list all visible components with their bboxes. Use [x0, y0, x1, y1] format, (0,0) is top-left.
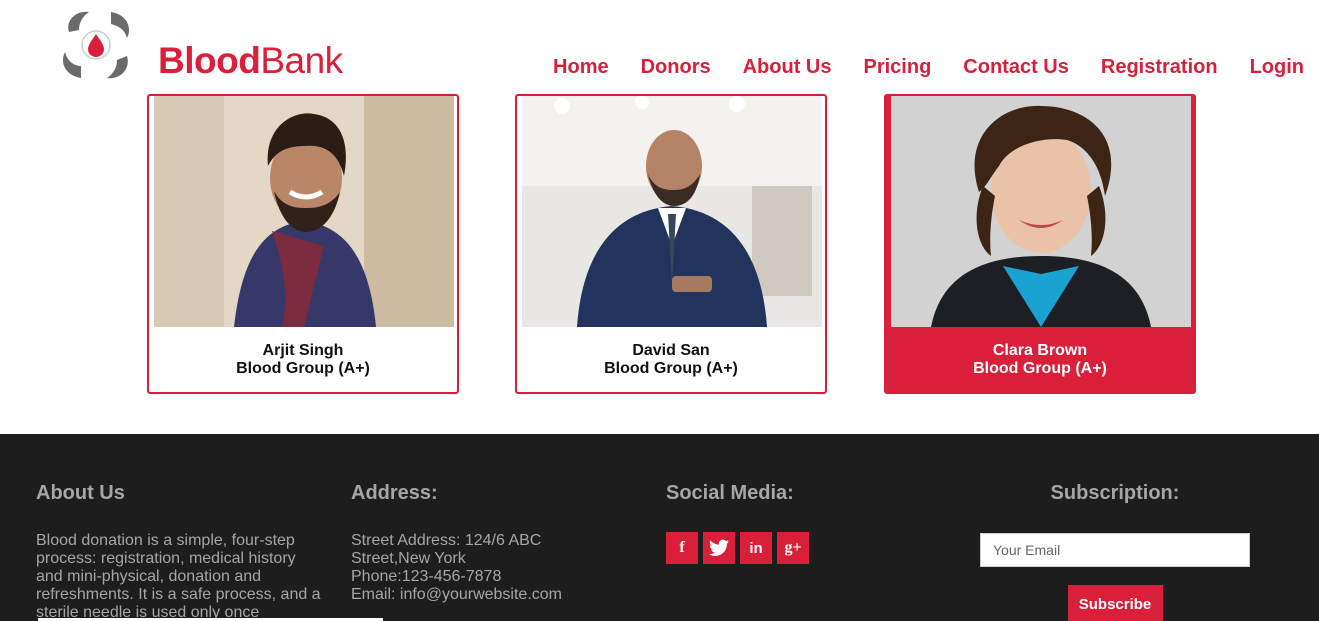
donor-name: Arjit Singh	[262, 342, 344, 359]
address-street: Street Address: 124/6 ABC Street,New Yor…	[351, 532, 542, 567]
footer-address: Address: Street Address: 124/6 ABC Stree…	[351, 482, 621, 604]
brand-light: Bank	[260, 40, 343, 81]
donor-name: David San	[632, 342, 710, 359]
nav-contact-us[interactable]: Contact Us	[963, 56, 1069, 79]
footer-about-title: About Us	[36, 482, 125, 504]
nav-registration[interactable]: Registration	[1101, 56, 1218, 79]
nav-about-us[interactable]: About Us	[743, 56, 832, 79]
nav-home[interactable]: Home	[553, 56, 609, 79]
google-plus-icon[interactable]: g+	[777, 532, 809, 564]
footer: About Us Blood donation is a simple, fou…	[0, 434, 1319, 621]
address-phone: Phone:123-456-7878	[351, 568, 502, 585]
donor-photo	[891, 96, 1191, 327]
footer-subscription: Subscription: Subscribe	[980, 482, 1250, 621]
donor-blood-group: Blood Group (A+)	[236, 360, 370, 377]
nav-login[interactable]: Login	[1250, 56, 1304, 79]
footer-about-text: Blood donation is a simple, four-step pr…	[36, 532, 321, 621]
donor-photo	[154, 96, 454, 327]
donor-card-active[interactable]: Clara Brown Blood Group (A+)	[884, 94, 1196, 394]
footer-address-lines: Street Address: 124/6 ABC Street,New Yor…	[351, 532, 621, 604]
facebook-icon[interactable]: f	[666, 532, 698, 564]
main-nav: Home Donors About Us Pricing Contact Us …	[521, 56, 1304, 79]
footer-subscription-title: Subscription:	[1050, 482, 1180, 504]
subscribe-button[interactable]: Subscribe	[1067, 585, 1163, 621]
linkedin-icon[interactable]: in	[740, 532, 772, 564]
footer-about: About Us Blood donation is a simple, fou…	[36, 482, 321, 621]
donor-caption: David San Blood Group (A+)	[517, 342, 825, 378]
donor-caption: Arjit Singh Blood Group (A+)	[149, 342, 457, 378]
nav-pricing[interactable]: Pricing	[864, 56, 932, 79]
footer-address-title: Address:	[351, 482, 438, 504]
social-icons: f in g+	[666, 532, 809, 564]
blood-drop-hands-icon[interactable]	[55, 4, 137, 86]
donor-card[interactable]: David San Blood Group (A+)	[515, 94, 827, 394]
donor-photo	[522, 96, 822, 327]
donor-caption: Clara Brown Blood Group (A+)	[886, 342, 1194, 378]
address-email: Email: info@yourwebsite.com	[351, 586, 562, 603]
brand-logo-text[interactable]: BloodBank	[158, 40, 343, 82]
donor-name: Clara Brown	[992, 342, 1088, 359]
email-input[interactable]	[980, 533, 1250, 567]
donor-blood-group: Blood Group (A+)	[604, 360, 738, 377]
brand-bold: Blood	[158, 40, 261, 81]
footer-social-title: Social Media:	[666, 482, 794, 504]
twitter-icon[interactable]	[703, 532, 735, 564]
footer-social: Social Media: f in g+	[666, 482, 809, 564]
donor-card[interactable]: Arjit Singh Blood Group (A+)	[147, 94, 459, 394]
donor-blood-group: Blood Group (A+)	[973, 360, 1107, 377]
nav-donors[interactable]: Donors	[641, 56, 711, 79]
twitter-bird-glyph	[709, 539, 729, 556]
